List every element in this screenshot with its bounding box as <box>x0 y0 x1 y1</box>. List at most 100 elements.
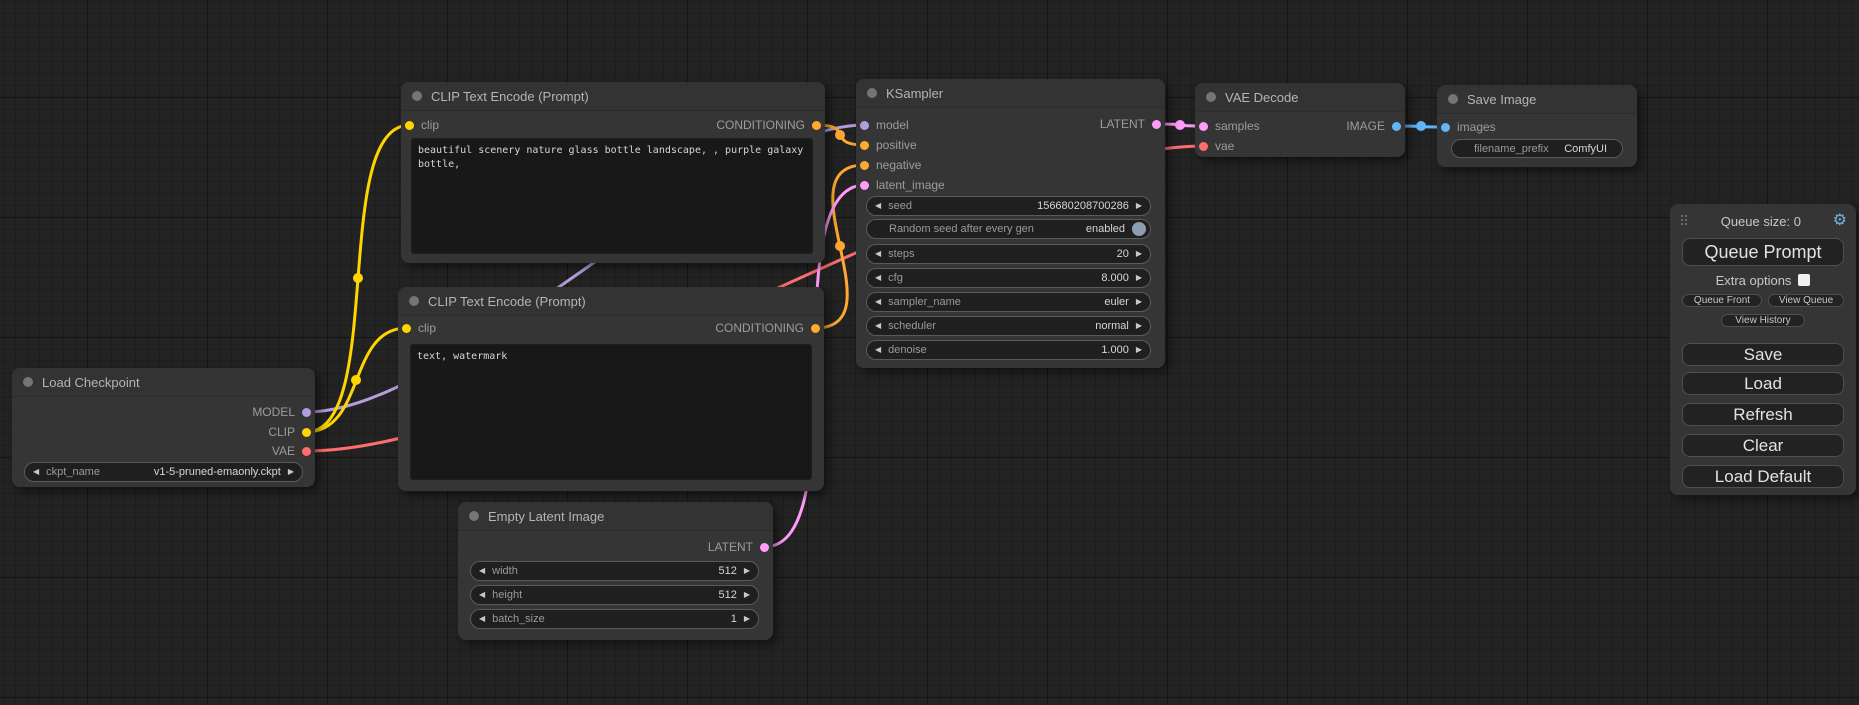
increment-arrow-icon[interactable]: ▶ <box>1136 202 1142 210</box>
increment-arrow-icon[interactable]: ▶ <box>1136 346 1142 354</box>
negative-prompt-textarea[interactable]: text, watermark <box>410 344 812 480</box>
widget-value: 512 <box>718 565 736 577</box>
slot-label: CLIP <box>268 425 295 439</box>
port-conditioning-output[interactable] <box>811 324 820 333</box>
collapse-dot-icon[interactable] <box>412 91 422 101</box>
decrement-arrow-icon[interactable]: ◀ <box>479 591 485 599</box>
slot-label: images <box>1457 120 1496 134</box>
increment-arrow-icon[interactable]: ▶ <box>744 615 750 623</box>
decrement-arrow-icon[interactable]: ◀ <box>479 567 485 575</box>
node-titlebar[interactable]: VAE Decode <box>1195 83 1405 112</box>
port-negative-input[interactable] <box>860 161 869 170</box>
node-ksampler[interactable]: KSampler model positive negative latent_… <box>856 79 1165 368</box>
output-slot-model: MODEL <box>252 403 311 421</box>
increment-arrow-icon[interactable]: ▶ <box>744 567 750 575</box>
drag-handle-icon[interactable] <box>1681 215 1689 227</box>
node-vae-decode[interactable]: VAE Decode samples vae IMAGE <box>1195 83 1405 157</box>
node-titlebar[interactable]: Empty Latent Image <box>458 502 773 531</box>
toggle-knob[interactable] <box>1132 222 1146 236</box>
widget-steps[interactable]: ◀ steps 20 ▶ <box>866 244 1151 264</box>
port-latent-output[interactable] <box>1152 120 1161 129</box>
port-latent-image-input[interactable] <box>860 181 869 190</box>
node-titlebar[interactable]: KSampler <box>856 79 1165 108</box>
widget-batch-size[interactable]: ◀ batch_size 1 ▶ <box>470 609 759 629</box>
slot-label: LATENT <box>708 540 753 554</box>
node-empty-latent-image[interactable]: Empty Latent Image LATENT ◀ width 512 ▶ … <box>458 502 773 640</box>
decrement-arrow-icon[interactable]: ◀ <box>875 322 881 330</box>
decrement-arrow-icon[interactable]: ◀ <box>875 202 881 210</box>
increment-arrow-icon[interactable]: ▶ <box>1136 298 1142 306</box>
view-history-button[interactable]: View History <box>1721 314 1805 327</box>
node-save-image[interactable]: Save Image images filename_prefix ComfyU… <box>1437 85 1637 167</box>
port-clip-input[interactable] <box>402 324 411 333</box>
collapse-dot-icon[interactable] <box>1448 94 1458 104</box>
widget-seed[interactable]: ◀ seed 156680208700286 ▶ <box>866 196 1151 216</box>
collapse-dot-icon[interactable] <box>1206 92 1216 102</box>
port-clip-output[interactable] <box>302 428 311 437</box>
collapse-dot-icon[interactable] <box>409 296 419 306</box>
port-vae-output[interactable] <box>302 447 311 456</box>
widget-ckpt-name[interactable]: ◀ ckpt_name v1-5-pruned-emaonly.ckpt ▶ <box>24 462 303 482</box>
node-clip-text-encode-negative[interactable]: CLIP Text Encode (Prompt) clip CONDITION… <box>398 287 824 491</box>
decrement-arrow-icon[interactable]: ◀ <box>33 468 39 476</box>
node-graph-canvas[interactable]: Load Checkpoint MODEL CLIP VAE ◀ ckpt_na… <box>0 0 1859 705</box>
port-model-input[interactable] <box>860 121 869 130</box>
load-default-button[interactable]: Load Default <box>1682 465 1844 488</box>
increment-arrow-icon[interactable]: ▶ <box>288 468 294 476</box>
view-queue-button[interactable]: View Queue <box>1768 294 1844 307</box>
queue-panel-header: Queue size: 0 ⚙ <box>1670 210 1856 232</box>
widget-height[interactable]: ◀ height 512 ▶ <box>470 585 759 605</box>
decrement-arrow-icon[interactable]: ◀ <box>875 274 881 282</box>
widget-random-seed-toggle[interactable]: Random seed after every gen enabled <box>866 219 1151 239</box>
positive-prompt-textarea[interactable]: beautiful scenery nature glass bottle la… <box>411 138 813 254</box>
widget-value: 156680208700286 <box>1037 200 1129 212</box>
collapse-dot-icon[interactable] <box>23 377 33 387</box>
collapse-dot-icon[interactable] <box>469 511 479 521</box>
node-titlebar[interactable]: Save Image <box>1437 85 1637 114</box>
port-image-output[interactable] <box>1392 122 1401 131</box>
node-clip-text-encode-positive[interactable]: CLIP Text Encode (Prompt) clip CONDITION… <box>401 82 825 263</box>
port-conditioning-output[interactable] <box>812 121 821 130</box>
port-latent-output[interactable] <box>760 543 769 552</box>
increment-arrow-icon[interactable]: ▶ <box>1136 274 1142 282</box>
widget-scheduler[interactable]: ◀ scheduler normal ▶ <box>866 316 1151 336</box>
collapse-dot-icon[interactable] <box>867 88 877 98</box>
queue-front-button[interactable]: Queue Front <box>1682 294 1762 307</box>
port-samples-input[interactable] <box>1199 122 1208 131</box>
node-titlebar[interactable]: CLIP Text Encode (Prompt) <box>398 287 824 316</box>
link-midpoint-dot <box>835 130 845 140</box>
widget-width[interactable]: ◀ width 512 ▶ <box>470 561 759 581</box>
node-titlebar[interactable]: CLIP Text Encode (Prompt) <box>401 82 825 111</box>
refresh-button[interactable]: Refresh <box>1682 403 1844 426</box>
output-slot-conditioning: CONDITIONING <box>715 319 820 337</box>
extra-options-row: Extra options <box>1670 272 1856 288</box>
clear-button[interactable]: Clear <box>1682 434 1844 457</box>
widget-value: ComfyUI <box>1564 143 1607 155</box>
gear-icon[interactable]: ⚙ <box>1833 213 1847 229</box>
queue-prompt-button[interactable]: Queue Prompt <box>1682 238 1844 266</box>
widget-label: batch_size <box>492 613 545 625</box>
decrement-arrow-icon[interactable]: ◀ <box>875 298 881 306</box>
port-clip-input[interactable] <box>405 121 414 130</box>
node-titlebar[interactable]: Load Checkpoint <box>12 368 315 397</box>
increment-arrow-icon[interactable]: ▶ <box>744 591 750 599</box>
increment-arrow-icon[interactable]: ▶ <box>1136 322 1142 330</box>
port-positive-input[interactable] <box>860 141 869 150</box>
node-load-checkpoint[interactable]: Load Checkpoint MODEL CLIP VAE ◀ ckpt_na… <box>12 368 315 487</box>
widget-sampler-name[interactable]: ◀ sampler_name euler ▶ <box>866 292 1151 312</box>
port-model-output[interactable] <box>302 408 311 417</box>
widget-cfg[interactable]: ◀ cfg 8.000 ▶ <box>866 268 1151 288</box>
widget-denoise[interactable]: ◀ denoise 1.000 ▶ <box>866 340 1151 360</box>
extra-options-checkbox[interactable] <box>1798 274 1810 286</box>
widget-value: 20 <box>1117 248 1129 260</box>
decrement-arrow-icon[interactable]: ◀ <box>875 250 881 258</box>
increment-arrow-icon[interactable]: ▶ <box>1136 250 1142 258</box>
port-vae-input[interactable] <box>1199 142 1208 151</box>
port-images-input[interactable] <box>1441 123 1450 132</box>
input-slot-latent-image: latent_image <box>860 176 945 194</box>
load-button[interactable]: Load <box>1682 372 1844 395</box>
save-button[interactable]: Save <box>1682 343 1844 366</box>
decrement-arrow-icon[interactable]: ◀ <box>479 615 485 623</box>
decrement-arrow-icon[interactable]: ◀ <box>875 346 881 354</box>
widget-filename-prefix[interactable]: filename_prefix ComfyUI <box>1451 139 1623 158</box>
